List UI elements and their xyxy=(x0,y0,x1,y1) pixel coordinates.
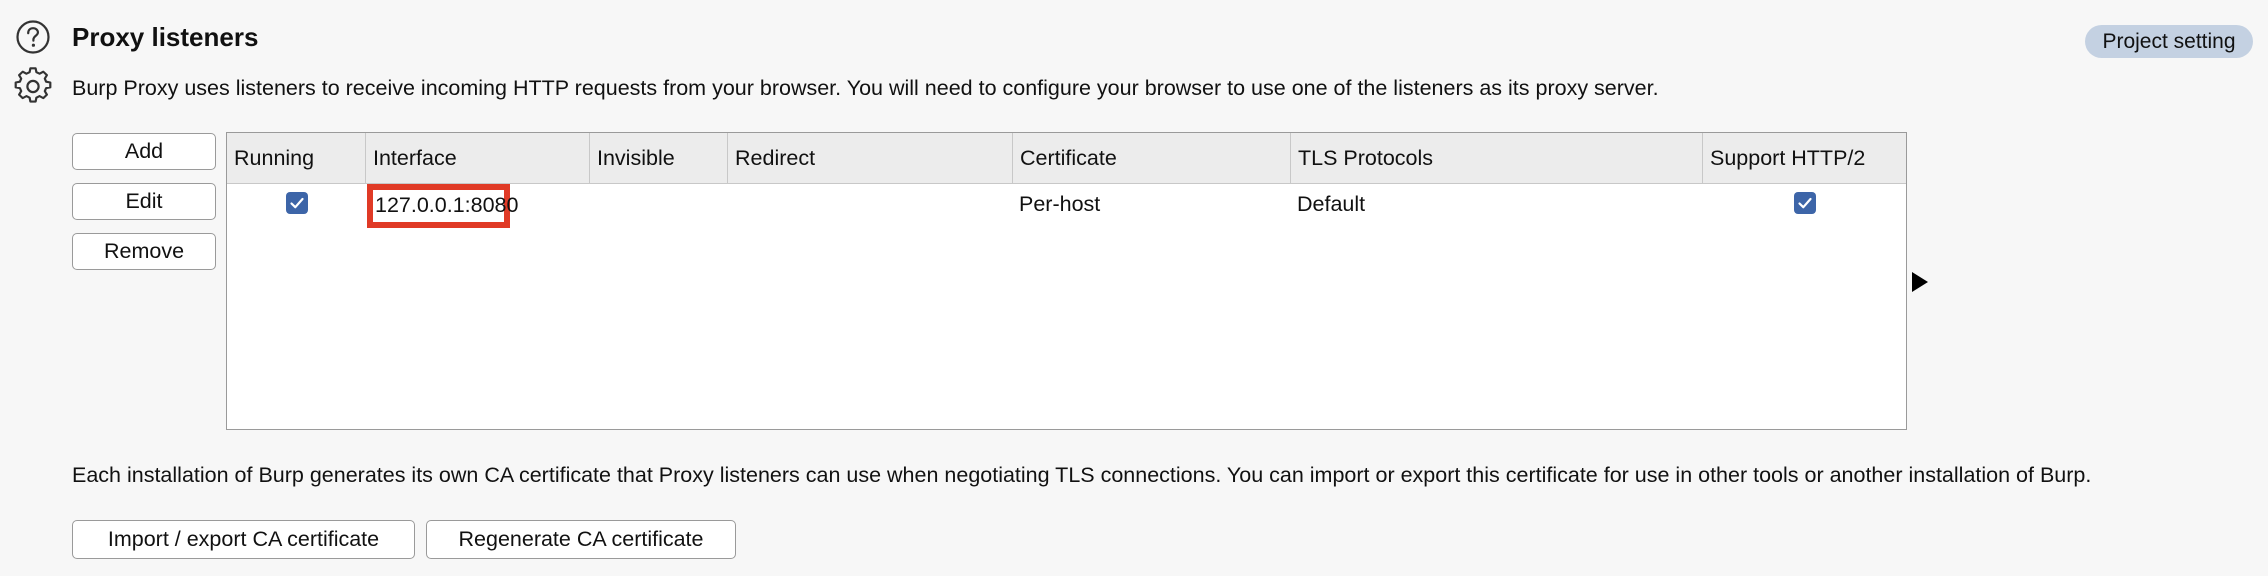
table-row[interactable]: 127.0.0.1:8080 Per-host Default xyxy=(227,184,1906,228)
running-checkbox[interactable] xyxy=(286,192,308,214)
table-header: Running Interface Invisible Redirect Cer… xyxy=(227,133,1906,184)
checkmark-icon xyxy=(1798,197,1812,209)
listeners-table[interactable]: Running Interface Invisible Redirect Cer… xyxy=(226,132,1907,430)
column-header-tls-protocols[interactable]: TLS Protocols xyxy=(1291,133,1703,183)
ca-description: Each installation of Burp generates its … xyxy=(72,463,2092,487)
regenerate-ca-button[interactable]: Regenerate CA certificate xyxy=(426,520,736,559)
page-title: Proxy listeners xyxy=(72,22,259,52)
column-header-support-http2[interactable]: Support HTTP/2 xyxy=(1703,133,1905,183)
remove-button[interactable]: Remove xyxy=(72,233,216,270)
tls-protocols-cell[interactable]: Default xyxy=(1297,184,1365,224)
column-header-running[interactable]: Running xyxy=(227,133,366,183)
column-header-interface[interactable]: Interface xyxy=(366,133,590,183)
gear-icon[interactable] xyxy=(14,67,52,105)
certificate-cell[interactable]: Per-host xyxy=(1019,184,1100,224)
help-icon[interactable] xyxy=(14,18,52,56)
checkmark-icon xyxy=(290,197,304,209)
import-export-ca-button[interactable]: Import / export CA certificate xyxy=(72,520,415,559)
interface-cell[interactable]: 127.0.0.1:8080 xyxy=(375,185,518,225)
edit-button[interactable]: Edit xyxy=(72,183,216,220)
column-header-invisible[interactable]: Invisible xyxy=(590,133,728,183)
add-button[interactable]: Add xyxy=(72,133,216,170)
support-http2-checkbox[interactable] xyxy=(1794,192,1816,214)
expand-arrow-icon[interactable] xyxy=(1909,270,1931,294)
column-header-certificate[interactable]: Certificate xyxy=(1013,133,1291,183)
column-header-redirect[interactable]: Redirect xyxy=(728,133,1013,183)
project-setting-badge[interactable]: Project setting xyxy=(2085,25,2253,58)
page-description: Burp Proxy uses listeners to receive inc… xyxy=(72,76,1659,100)
